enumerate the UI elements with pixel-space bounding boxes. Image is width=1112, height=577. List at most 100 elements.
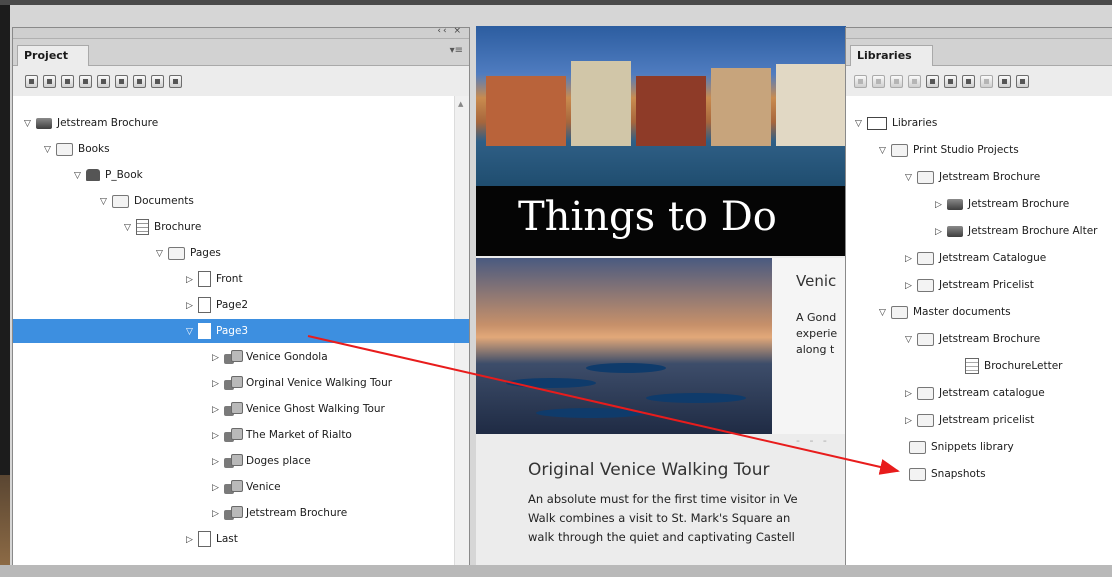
tree-item[interactable]: ▷ Venice — [13, 475, 281, 499]
tree-item[interactable]: ▷ Jetstream catalogue — [846, 381, 1045, 405]
tree-item-label: Snippets library — [931, 441, 1014, 453]
collapse-arrow-icon[interactable]: ▽ — [183, 320, 196, 344]
tree-item[interactable]: ▽ Jetstream Brochure — [13, 111, 158, 135]
collapse-arrow-icon[interactable]: ▽ — [121, 216, 134, 240]
move-up-icon[interactable] — [1016, 75, 1029, 88]
tree-item[interactable]: ▷ Venice Ghost Walking Tour — [13, 397, 385, 421]
collapse-arrow-icon[interactable]: ▽ — [876, 139, 889, 163]
tree-item[interactable]: ▷ Jetstream Pricelist — [846, 273, 1034, 297]
collapse-arrow-icon[interactable]: ▽ — [41, 138, 54, 162]
delete-icon[interactable] — [926, 75, 939, 88]
import-icon[interactable] — [908, 75, 921, 88]
tree-item[interactable]: ▽ Jetstream Brochure — [846, 165, 1040, 189]
expand-arrow-icon[interactable]: ▷ — [209, 450, 222, 474]
delete-icon[interactable] — [115, 75, 128, 88]
tree-item[interactable]: ▷ Venice Gondola — [13, 345, 328, 369]
expand-arrow-icon[interactable]: ▷ — [932, 193, 945, 217]
duplicate-icon[interactable] — [97, 75, 110, 88]
headline-band: Things to Do — [476, 186, 846, 256]
card-line: A Gond — [796, 311, 837, 324]
group-icon — [224, 454, 243, 468]
tab-project[interactable]: Project — [17, 45, 90, 66]
tree-item-label: Page2 — [216, 299, 249, 311]
expand-arrow-icon[interactable]: ▷ — [209, 346, 222, 370]
tree-item-selected[interactable]: ▽ Page3 — [13, 319, 469, 343]
tree-item[interactable]: Snapshots — [846, 462, 986, 486]
tree-item-label: Jetstream Brochure — [939, 333, 1041, 345]
copy-icon[interactable] — [980, 75, 993, 88]
page-icon — [198, 271, 211, 287]
folder-icon — [917, 386, 934, 400]
document-icon — [136, 219, 149, 235]
expand-arrow-icon[interactable]: ▷ — [209, 398, 222, 422]
add-icon[interactable] — [79, 75, 92, 88]
new-item-icon[interactable] — [25, 75, 38, 88]
expand-arrow-icon[interactable]: ▷ — [183, 528, 196, 552]
tree-item[interactable]: ▷ Jetstream Brochure Alter — [846, 219, 1097, 243]
expand-arrow-icon[interactable]: ▷ — [183, 268, 196, 292]
tree-item[interactable]: Snippets library — [846, 435, 1014, 459]
tree-item[interactable]: ▽ Documents — [13, 189, 194, 213]
new-library-icon[interactable] — [854, 75, 867, 88]
tab-libraries[interactable]: Libraries — [850, 45, 933, 66]
new-page-icon[interactable] — [133, 75, 146, 88]
collapse-arrow-icon[interactable]: ▽ — [21, 112, 34, 136]
tree-item[interactable]: BrochureLetter — [846, 354, 1062, 378]
expand-arrow-icon[interactable]: ▷ — [209, 476, 222, 500]
collapse-arrow-icon[interactable]: ▽ — [71, 164, 84, 188]
add-icon[interactable] — [890, 75, 903, 88]
expand-arrow-icon[interactable]: ▷ — [902, 247, 915, 271]
tree-item[interactable]: ▷ Page2 — [13, 293, 248, 317]
tree-item[interactable]: ▷ Jetstream Catalogue — [846, 246, 1046, 270]
expand-arrow-icon[interactable]: ▷ — [209, 424, 222, 448]
tree-item[interactable]: ▷ Last — [13, 527, 238, 551]
tree-item[interactable]: ▽ Books — [13, 137, 110, 161]
tree-item[interactable]: ▽ P_Book — [13, 163, 143, 187]
scroll-up-icon[interactable]: ▲ — [458, 100, 463, 108]
expand-arrow-icon[interactable]: ▷ — [902, 274, 915, 298]
collapse-arrow-icon[interactable]: ▽ — [852, 112, 865, 136]
tree-item[interactable]: ▷ Jetstream pricelist — [846, 408, 1034, 432]
expand-arrow-icon[interactable]: ▷ — [209, 502, 222, 526]
collapse-arrow-icon[interactable]: ▽ — [97, 190, 110, 214]
collapse-icon[interactable] — [998, 75, 1011, 88]
section-line: walk through the quiet and captivating C… — [528, 530, 795, 544]
group-icon — [224, 506, 243, 520]
panel-collapse-close-controls[interactable]: ‹‹ × — [437, 26, 463, 36]
tree-item[interactable]: ▷ Orginal Venice Walking Tour — [13, 371, 392, 395]
tree-item[interactable]: ▽ Libraries — [846, 111, 937, 135]
refresh-icon[interactable] — [169, 75, 182, 88]
tree-item[interactable]: ▷ The Market of Rialto — [13, 423, 352, 447]
expand-arrow-icon[interactable]: ▷ — [183, 294, 196, 318]
collapse-arrow-icon[interactable]: ▽ — [153, 242, 166, 266]
panel-menu-icon[interactable]: ▾≡ — [450, 45, 463, 56]
tree-item[interactable]: ▷ Front — [13, 267, 243, 291]
open-icon[interactable] — [962, 75, 975, 88]
tree-item[interactable]: ▽ Master documents — [846, 300, 1011, 324]
tree-item[interactable]: ▽ Brochure — [13, 215, 201, 239]
save-icon[interactable] — [872, 75, 885, 88]
layout-icon[interactable] — [151, 75, 164, 88]
project-book-icon — [86, 169, 100, 181]
collapse-arrow-icon[interactable]: ▽ — [902, 166, 915, 190]
tree-item[interactable]: ▽ Pages — [13, 241, 221, 265]
book-icon — [947, 198, 963, 210]
save-icon[interactable] — [43, 75, 56, 88]
tree-item[interactable]: ▷ Jetstream Brochure — [13, 501, 347, 525]
tree-item[interactable]: ▷ Jetstream Brochure — [846, 192, 1069, 216]
expand-arrow-icon[interactable]: ▷ — [209, 372, 222, 396]
collapse-arrow-icon[interactable]: ▽ — [876, 301, 889, 325]
tree-item-label: Books — [78, 143, 110, 155]
tree-item[interactable]: ▷ Doges place — [13, 449, 311, 473]
insert-icon[interactable] — [944, 75, 957, 88]
tree-item[interactable]: ▽ Print Studio Projects — [846, 138, 1019, 162]
expand-arrow-icon[interactable]: ▷ — [902, 409, 915, 433]
card-text: A Gond experie along t — [796, 310, 846, 358]
tree-item-label: Documents — [134, 195, 194, 207]
expand-arrow-icon[interactable]: ▷ — [932, 220, 945, 244]
page-icon — [198, 531, 211, 547]
tree-item[interactable]: ▽ Jetstream Brochure — [846, 327, 1040, 351]
collapse-arrow-icon[interactable]: ▽ — [902, 328, 915, 352]
properties-icon[interactable] — [61, 75, 74, 88]
expand-arrow-icon[interactable]: ▷ — [902, 382, 915, 406]
